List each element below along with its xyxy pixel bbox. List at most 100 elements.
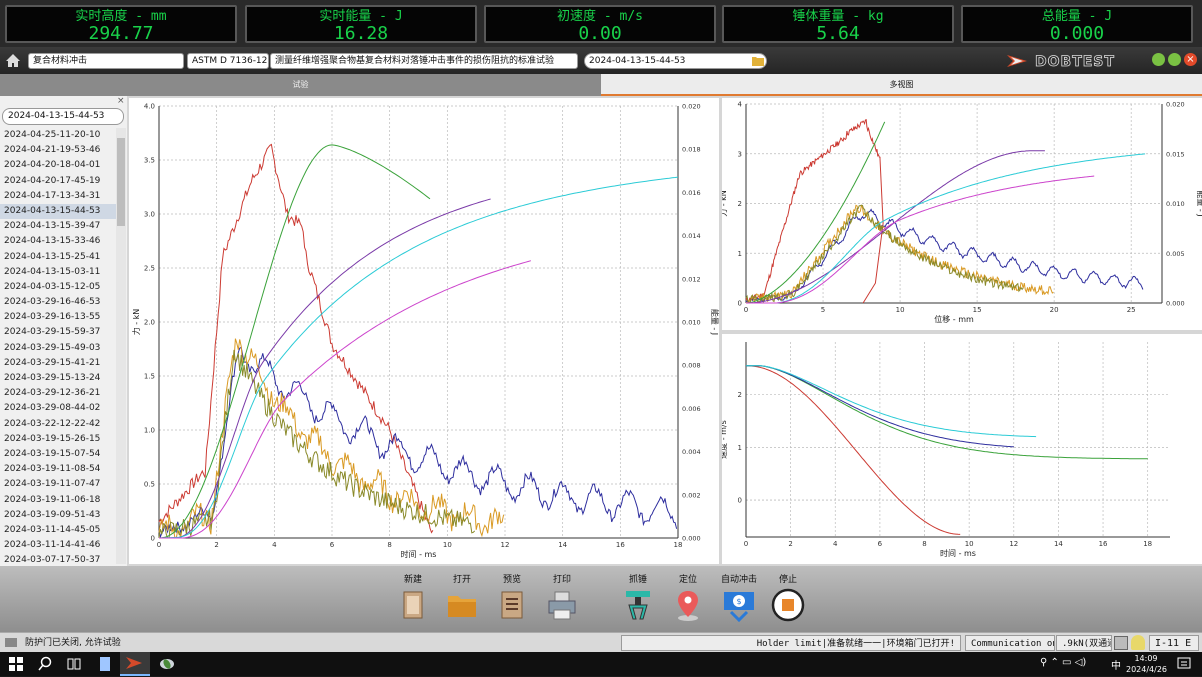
test-list-item[interactable]: 2024-03-29-08-44-02 <box>0 401 116 416</box>
folder-icon[interactable] <box>752 56 764 66</box>
test-list-item[interactable]: 2024-04-20-18-04-01 <box>0 158 116 173</box>
app-icon[interactable] <box>157 654 177 674</box>
x-tick-label: 0 <box>157 541 161 549</box>
y2-axis-label: 能量 - J <box>1196 190 1202 216</box>
meter-value: 5.64 <box>816 23 860 44</box>
test-id-field[interactable]: 2024-04-13-15-44-53 <box>584 53 767 69</box>
y-axis-label: 力 - kN <box>131 309 141 336</box>
auto-impact-icon: $ <box>724 592 754 623</box>
test-list-item[interactable]: 2024-03-19-11-06-18 <box>0 493 116 508</box>
windows-start-icon[interactable] <box>6 654 26 674</box>
series-line-purple <box>746 150 1045 304</box>
meter-value: 0.00 <box>578 23 622 44</box>
io-indicator: I-11 E <box>1149 635 1199 651</box>
control-panel: 新建 打开 预览 打印 抓锤 定位 自动冲击 $ 停止 <box>0 566 1202 632</box>
search-icon[interactable] <box>35 654 55 674</box>
test-list-item[interactable]: 2024-04-21-19-53-46 <box>0 143 116 158</box>
scrollbar-thumb[interactable] <box>117 138 125 226</box>
test-list-item[interactable]: 2024-03-19-11-07-47 <box>0 477 116 492</box>
test-list-item[interactable]: 2024-03-22-12-22-42 <box>0 417 116 432</box>
material-field[interactable]: 复合材料冲击 <box>28 53 184 69</box>
test-list-item[interactable]: 2024-03-19-15-26-15 <box>0 432 116 447</box>
button-label: 停止 <box>778 575 797 585</box>
test-list-item[interactable]: 2024-04-03-15-12-05 <box>0 280 116 295</box>
tab-multiview[interactable]: 多视图 <box>601 74 1202 96</box>
windows-taskbar: ⚲ ⌃ ▭ ◁) 中 14:09 2024/4/26 <box>0 652 1202 676</box>
door-status-text: 防护门已关闭, 允许试验 <box>25 638 121 648</box>
x-tick-label: 2 <box>214 541 218 549</box>
test-list-item[interactable]: 2024-03-11-14-45-05 <box>0 523 116 538</box>
meter-title: 锤体重量 - kg <box>792 9 884 24</box>
position-button[interactable]: 定位 <box>664 572 712 625</box>
test-list-item[interactable]: 2024-03-19-11-08-54 <box>0 462 116 477</box>
test-list-item[interactable]: 2024-03-29-16-13-55 <box>0 310 116 325</box>
maximize-button[interactable] <box>1168 53 1181 66</box>
description-field[interactable]: 测量纤维增强聚合物基复合材料对落锤冲击事件的损伤阻抗的标准试验 <box>270 53 578 69</box>
test-list-item[interactable]: 2024-04-25-11-20-10 <box>0 128 116 143</box>
print-button[interactable]: 打印 <box>538 572 586 625</box>
test-list-item[interactable]: 2024-03-29-15-13-24 <box>0 371 116 386</box>
x-tick-label: 8 <box>387 541 391 549</box>
test-list-item[interactable]: 2024-03-29-15-49-03 <box>0 341 116 356</box>
svg-text:$: $ <box>736 597 741 606</box>
test-list-item[interactable]: 2024-03-29-15-59-37 <box>0 325 116 340</box>
test-list-item[interactable]: 2024-04-13-15-39-47 <box>0 219 116 234</box>
test-list-item[interactable]: 2024-04-17-13-34-31 <box>0 189 116 204</box>
stop-button[interactable]: 停止 <box>764 572 812 625</box>
home-icon[interactable] <box>5 53 21 68</box>
standard-field[interactable]: ASTM D 7136-12 <box>187 53 269 69</box>
test-list-item[interactable]: 2024-03-29-12-36-21 <box>0 386 116 401</box>
x-tick-label: 0 <box>744 540 748 548</box>
test-list-item[interactable]: 2024-03-29-15-41-21 <box>0 356 116 371</box>
panel-icon[interactable] <box>1114 636 1128 650</box>
auto-impact-button[interactable]: 自动冲击 $ <box>714 572 764 625</box>
gripper-icon <box>626 591 650 620</box>
test-list-item[interactable]: 2024-03-19-09-51-43 <box>0 508 116 523</box>
x-tick-label: 10 <box>965 540 974 548</box>
test-list-item[interactable]: 2024-03-07-17-50-37 <box>0 553 116 564</box>
y-tick-label: 3.0 <box>144 211 155 219</box>
test-list-item[interactable]: 2024-04-13-15-03-11 <box>0 265 116 280</box>
ime-indicator[interactable]: 中 <box>1111 657 1121 672</box>
meter-velocity: 初速度 - m/s 0.00 <box>484 5 716 44</box>
test-list: 2024-04-25-11-20-10 2024-04-21-19-53-46 20… <box>0 128 116 564</box>
load-status: .9kN(双通道 <box>1056 635 1112 651</box>
tray-icons[interactable]: ⚲ ⌃ ▭ ◁) <box>1040 657 1086 668</box>
file-explorer-icon[interactable] <box>95 654 115 674</box>
meter-value: 294.77 <box>88 23 154 44</box>
meter-weight: 锤体重量 - kg 5.64 <box>722 5 954 44</box>
open-button[interactable]: 打开 <box>438 572 486 625</box>
chart-force-vs-displacement: 0 5 10 15 20 25 0 1 2 3 4 位移 - mm 力 - kN 0.000 0.005 0.… <box>722 98 1202 330</box>
test-list-item[interactable]: 2024-03-19-15-07-54 <box>0 447 116 462</box>
logo-text: DOBTEST <box>1035 54 1115 70</box>
communication-status: Communication on <box>965 635 1055 651</box>
clock[interactable]: 14:09 2024/4/26 <box>1126 653 1167 675</box>
minimize-button[interactable] <box>1152 53 1165 66</box>
task-view-icon[interactable] <box>64 654 84 674</box>
notification-icon[interactable] <box>1174 654 1194 674</box>
y-tick-label: 3.5 <box>144 157 155 165</box>
test-list-item[interactable]: 2024-04-13-15-33-46 <box>0 234 116 249</box>
y-tick-label: 1 <box>738 250 742 258</box>
sidebar-close-icon[interactable]: × <box>117 96 125 106</box>
test-list-item[interactable]: 2024-03-11-14-41-46 <box>0 538 116 553</box>
grab-hammer-button[interactable]: 抓锤 <box>614 572 662 625</box>
selected-test-field[interactable]: 2024-04-13-15-44-53 <box>2 108 124 125</box>
preview-button[interactable]: 预览 <box>488 572 536 625</box>
y2-tick-label: 0.018 <box>682 146 701 154</box>
series-line-red <box>158 143 434 534</box>
test-list-item[interactable]: 2024-04-20-17-45-19 <box>0 174 116 189</box>
tab-test[interactable]: 试验 <box>0 74 601 96</box>
y2-tick-label: 0.010 <box>682 319 701 327</box>
y-tick-label: 0.5 <box>144 481 155 489</box>
test-list-item[interactable]: 2024-03-29-16-46-53 <box>0 295 116 310</box>
sidebar-scrollbar[interactable] <box>116 128 126 564</box>
new-button[interactable]: 新建 <box>389 572 437 625</box>
test-list-item[interactable]: 2024-04-13-15-44-53 <box>0 203 116 220</box>
meter-height: 实时高度 - mm 294.77 <box>5 5 237 44</box>
y2-tick-label: 0.015 <box>1166 150 1185 158</box>
light-bulb-icon <box>1131 635 1145 650</box>
dobtest-app-icon[interactable] <box>120 652 150 676</box>
test-list-item[interactable]: 2024-04-13-15-25-41 <box>0 250 116 265</box>
close-button[interactable]: × <box>1184 53 1197 66</box>
